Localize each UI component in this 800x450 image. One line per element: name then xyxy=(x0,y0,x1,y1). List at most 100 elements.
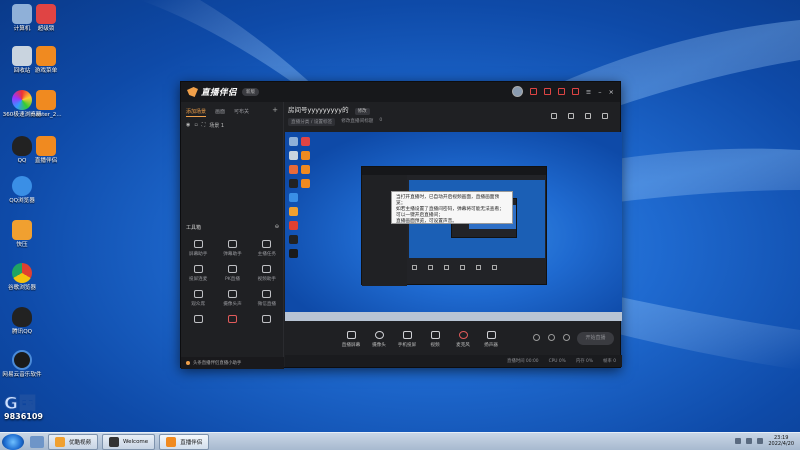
screen-capture-button[interactable]: 直播屏幕 xyxy=(337,330,365,348)
phone-cast-button[interactable]: 手机投屏 xyxy=(393,330,421,348)
title-bar[interactable]: 直播伴侣 新版 ≡ – × xyxy=(181,82,620,102)
preview-desktop-icons xyxy=(289,137,310,258)
tool-pk[interactable]: PK直播 xyxy=(215,265,249,282)
scene-item[interactable]: ◉ ▫ ⛶ 场景 1 xyxy=(181,120,283,131)
clip-icon xyxy=(262,265,272,273)
close-icon[interactable]: × xyxy=(609,88,614,96)
tool-label: 摄像头声 xyxy=(223,302,242,307)
tool-video[interactable]: 视频助手 xyxy=(250,265,284,282)
tab-canvas[interactable]: 画面 xyxy=(215,108,225,117)
tool-screen-assistant[interactable]: 屏幕助手 xyxy=(181,240,215,257)
live-preview[interactable]: 当打开直播时，已自动开启视频画面，直播画面预览； 如若主播设置了直播间密码，弹幕… xyxy=(285,132,622,321)
shirt-icon[interactable] xyxy=(557,88,565,95)
control-label: 麦克风 xyxy=(456,342,470,348)
microphone-icon xyxy=(458,330,468,339)
desktop-icon-lock[interactable]: 超级锁 xyxy=(24,4,68,32)
tool-tasks[interactable]: 主播任务 xyxy=(250,240,284,257)
gift-icon[interactable] xyxy=(529,88,537,95)
desktop-icon-tencent-qq[interactable]: 腾讯QQ xyxy=(0,307,44,335)
tools-label: 工具箱 xyxy=(186,225,202,231)
camera-button[interactable]: 摄像头 xyxy=(365,330,393,348)
category-selector[interactable]: 直播分类 / 设置标签 xyxy=(288,118,336,126)
camera-icon xyxy=(227,290,237,298)
version-badge[interactable]: 新版 xyxy=(242,88,260,96)
microphone-button[interactable]: 麦克风 xyxy=(449,330,477,348)
network-icon[interactable] xyxy=(746,438,753,444)
welcome-icon xyxy=(109,436,120,447)
share-icon[interactable] xyxy=(602,113,608,119)
notice-bar[interactable]: 头条直播伴侣直播小助手 xyxy=(181,357,284,369)
taskbar-item-live-companion[interactable]: 直播伴侣 xyxy=(159,433,210,450)
desktop-icon-qq-browser[interactable]: QQ浏览器 xyxy=(0,176,44,204)
desktop-icon-game-menu[interactable]: 游戏菜单 xyxy=(24,46,68,74)
tool-wechat[interactable]: 微信直播 xyxy=(250,290,284,307)
show-desktop-icon[interactable] xyxy=(30,435,44,448)
clock[interactable]: 23:19 2022/4/20 xyxy=(768,435,794,447)
eye-icon[interactable]: ◉ xyxy=(186,122,190,129)
watermark-number: 9836109 xyxy=(4,412,43,421)
desktop-icon-live-companion[interactable]: 直播伴侣 xyxy=(24,136,68,164)
tool-danmaku[interactable]: 弹幕助手 xyxy=(215,240,249,257)
lock-icon xyxy=(36,4,56,24)
start-button[interactable] xyxy=(2,433,24,450)
timer-icon[interactable] xyxy=(548,334,555,341)
tool-label: PK直播 xyxy=(225,277,240,282)
popup-line: 如若主播设置了直播间密码，弹幕将可能无法查看； xyxy=(396,206,504,212)
gear-icon[interactable] xyxy=(563,334,570,341)
desktop-icon-label: 直播伴侣 xyxy=(34,158,58,164)
tool-audience[interactable]: 观众席 xyxy=(181,290,215,307)
tool-cast[interactable]: 投屏连麦 xyxy=(181,265,215,282)
desktop-icon-kuaiya[interactable]: 快压 xyxy=(0,220,44,248)
title-hint[interactable]: 修改直播间标题 xyxy=(341,118,373,126)
app-title: 直播伴侣 xyxy=(201,88,238,98)
tool-more-1[interactable] xyxy=(181,315,215,326)
start-live-button[interactable]: 开始直播 xyxy=(577,332,614,345)
gift-box-icon[interactable] xyxy=(551,113,557,119)
notice-text: 头条直播伴侣直播小助手 xyxy=(193,361,242,366)
notice-dot-icon xyxy=(186,361,190,365)
tab-add-scene[interactable]: 添加场景 xyxy=(186,108,207,117)
collapse-icon[interactable]: ⊖ xyxy=(275,224,279,231)
desktop-icon-music[interactable]: 网易云音乐软件 xyxy=(0,350,44,378)
download-icon xyxy=(262,315,272,323)
tool-more-3[interactable] xyxy=(250,315,284,326)
seat-icon xyxy=(193,290,203,298)
video-button[interactable]: 视频 xyxy=(421,330,449,348)
taskbar-item-youku[interactable]: 优酷视频 xyxy=(48,433,99,450)
lock-icon[interactable]: ▫ xyxy=(194,122,197,129)
record-icon[interactable] xyxy=(533,334,540,341)
volume-icon[interactable] xyxy=(757,438,764,444)
menu-icon[interactable]: ≡ xyxy=(586,88,591,96)
settings-icon[interactable] xyxy=(571,88,579,95)
tool-camera-sound[interactable]: 摄像头声 xyxy=(215,290,249,307)
taskbar-item-welcome[interactable]: Welcome xyxy=(102,433,156,450)
mail-icon[interactable] xyxy=(543,88,551,95)
popup-line: 当打开直播时，已自动开启视频画面，直播画面预览； xyxy=(396,195,500,206)
task-icon xyxy=(262,240,272,248)
tool-more-2[interactable] xyxy=(215,315,249,326)
nested-app-window: 当打开直播时，已自动开启视频画面，直播画面预览； 如若主播设置了直播间密码，弹幕… xyxy=(361,166,547,286)
desktop-icon-chrome[interactable]: 谷歌浏览器 xyxy=(0,263,44,291)
avatar[interactable] xyxy=(511,86,523,97)
live-companion-window: 直播伴侣 新版 ≡ – × 添加场景 画面 可布关 + ◉ ▫ ⛶ 场景 1 工… xyxy=(180,81,622,369)
desktop-icon-label: 游戏菜单 xyxy=(34,68,58,74)
desktop-icon-label: 腾讯QQ xyxy=(12,329,32,335)
tray-arrow-icon[interactable] xyxy=(735,438,742,444)
minimize-icon[interactable]: – xyxy=(598,88,601,96)
info-popup: 当打开直播时，已自动开启视频画面，直播画面预览； 如若主播设置了直播间密码，弹幕… xyxy=(391,191,513,224)
desktop-icon-master[interactable]: master_2... xyxy=(24,90,68,118)
camera-icon xyxy=(374,330,384,339)
bell-icon[interactable] xyxy=(585,113,591,119)
edit-room-button[interactable]: 修改 xyxy=(354,108,370,115)
tool-label: 视频助手 xyxy=(257,277,277,282)
tool-label: 弹幕助手 xyxy=(223,252,242,257)
user-icon xyxy=(227,240,237,248)
lock-icon[interactable] xyxy=(568,113,574,119)
qq-browser-icon xyxy=(12,176,32,196)
tool-label: 微信直播 xyxy=(257,302,277,307)
status-memory: 内存 0% xyxy=(575,359,594,364)
speaker-button[interactable]: 扬声器 xyxy=(477,330,505,348)
add-icon[interactable]: + xyxy=(272,107,278,117)
left-panel: 添加场景 画面 可布关 + ◉ ▫ ⛶ 场景 1 工具箱 ⊖ 屏幕助手 弹幕助手… xyxy=(181,102,284,369)
tab-layout[interactable]: 可布关 xyxy=(234,108,249,117)
